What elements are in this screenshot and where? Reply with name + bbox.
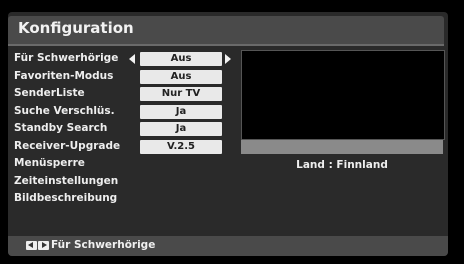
menu-item-encrypted-search[interactable]: Suche Verschlüs. Ja [14,104,236,122]
menu-item-label: Bildbeschreibung [14,192,118,204]
title-divider [8,44,444,46]
menu-item-label: Favoriten-Modus [14,69,114,82]
right-arrow-key-icon [38,241,49,250]
menu-item-label: Receiver-Upgrade [14,139,121,152]
option-value[interactable]: Ja [140,104,222,119]
settings-menu: Für Schwerhörige Aus Favoriten-Modus Aus… [14,51,236,209]
menu-item-audio-description[interactable]: Bildbeschreibung [14,191,236,209]
menu-item-menu-lock[interactable]: Menüsperre [14,156,236,174]
left-arrow-key-icon [26,241,37,250]
menu-item-channel-list[interactable]: SenderListe Nur TV [14,86,236,104]
footer-hint-bar: Für Schwerhörige [8,236,448,256]
footer-hint-text: Für Schwerhörige [51,239,156,251]
menu-item-hearing-impaired[interactable]: Für Schwerhörige Aus [14,51,236,69]
option-value[interactable]: Aus [140,69,222,84]
option-value[interactable]: Nur TV [140,87,222,101]
menu-item-favourites-mode[interactable]: Favoriten-Modus Aus [14,69,236,87]
option-value[interactable]: Aus [140,52,222,66]
menu-item-label: SenderListe [14,87,85,99]
video-preview [241,50,445,140]
menu-item-label: Standby Search [14,122,108,134]
option-value[interactable]: V.2.5 [140,139,222,154]
menu-item-label: Suche Verschlüs. [14,104,115,117]
menu-item-time-settings[interactable]: Zeiteinstellungen [14,174,236,192]
preview-info-bar [241,140,443,154]
page-title: Konfiguration [18,19,134,37]
option-value[interactable]: Ja [140,122,222,136]
menu-item-label: Zeiteinstellungen [14,174,119,187]
right-arrow-icon[interactable] [225,54,231,64]
title-bar: Konfiguration [8,16,444,44]
menu-item-label: Für Schwerhörige [14,52,119,64]
left-arrow-icon[interactable] [129,54,135,64]
country-label: Land : Finnland [296,159,388,171]
menu-item-standby-search[interactable]: Standby Search Ja [14,121,236,139]
menu-item-receiver-upgrade[interactable]: Receiver-Upgrade V.2.5 [14,139,236,157]
menu-item-label: Menüsperre [14,157,85,169]
